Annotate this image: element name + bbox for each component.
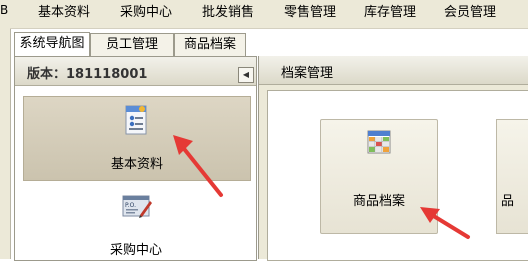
version-label: 版本：181118001	[27, 67, 148, 82]
svg-text:P.O.: P.O.	[125, 202, 136, 209]
archive-panel-content: 商品档案 品	[267, 90, 528, 261]
next-archive-label: 品	[501, 194, 515, 209]
left-triangle-icon: ◀	[242, 70, 250, 79]
document-icon	[125, 105, 147, 135]
menu-item-inventory[interactable]: 库存管理	[364, 4, 416, 22]
tab-strip: 系统导航图 员工管理 商品档案	[14, 32, 528, 57]
nav-panel: 版本：181118001 ◀ 基本资料 P.O. 采购中心	[14, 56, 257, 261]
version-bar: 版本：181118001 ◀	[15, 57, 256, 86]
archive-panel: 档案管理 商品档案 品	[258, 56, 528, 261]
menu-item-purchase-center[interactable]: 采购中心	[120, 4, 172, 22]
product-archive-button[interactable]: 商品档案	[320, 119, 438, 234]
nav-item-label: 采购中心	[109, 243, 162, 258]
nav-item-purchase-center[interactable]: P.O. 采购中心	[23, 185, 249, 260]
window-edge: B	[0, 0, 11, 259]
tab-employee[interactable]: 员工管理	[90, 33, 174, 56]
tab-system-nav[interactable]: 系统导航图	[14, 32, 90, 57]
grid-table-icon	[367, 130, 391, 154]
nav-item-label: 基本资料	[110, 157, 163, 172]
archive-panel-title: 档案管理	[281, 66, 334, 81]
next-archive-button[interactable]: 品	[496, 119, 528, 234]
nav-item-basic-info[interactable]: 基本资料	[23, 96, 251, 181]
window-edge-char: B	[0, 3, 9, 17]
product-archive-label: 商品档案	[352, 194, 405, 209]
menu-item-retail[interactable]: 零售管理	[284, 4, 336, 22]
archive-panel-header: 档案管理	[259, 56, 528, 85]
tab-product-archive[interactable]: 商品档案	[174, 33, 246, 56]
purchase-order-icon: P.O.	[122, 195, 152, 218]
menu-item-basic-info[interactable]: 基本资料	[38, 4, 90, 22]
collapse-button[interactable]: ◀	[238, 67, 254, 83]
menu-bar: 基本资料 采购中心 批发销售 零售管理 库存管理 会员管理	[10, 0, 528, 29]
menu-item-wholesale[interactable]: 批发销售	[202, 4, 254, 22]
menu-item-member[interactable]: 会员管理	[444, 4, 496, 22]
